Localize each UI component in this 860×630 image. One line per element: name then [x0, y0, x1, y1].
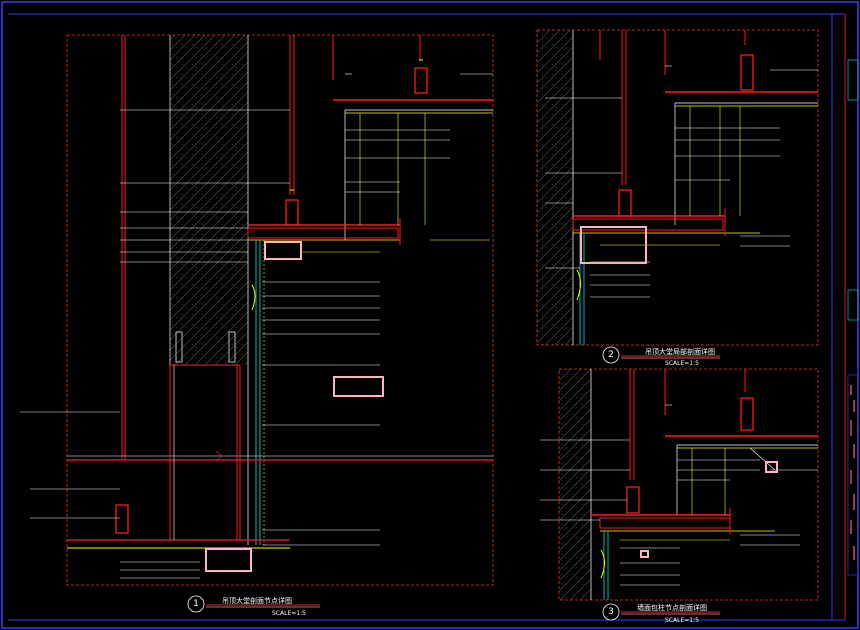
- title-block: [847, 59, 859, 576]
- concrete-wall-hatch: [537, 30, 573, 345]
- view-title: 吊顶大堂局部剖面详图: [645, 347, 715, 356]
- view-scale: SCALE=1:5: [272, 610, 306, 617]
- concrete-wall-hatch: [559, 369, 591, 600]
- detail-view-2: 2 吊顶大堂局部剖面详图 SCALE=1:5: [536, 29, 819, 367]
- callout-box: [264, 241, 302, 260]
- sheet-border: [1, 1, 859, 629]
- view-number: 3: [608, 607, 614, 617]
- viewport-1-border: [66, 34, 494, 586]
- viewport-3-border: [558, 368, 819, 601]
- view-title: 墙面包柱节点剖面详图: [637, 603, 707, 612]
- callout-box: [333, 376, 384, 397]
- view-scale: SCALE=1:5: [665, 617, 699, 624]
- view-number: 2: [608, 350, 614, 360]
- concrete-wall-hatch: [170, 35, 248, 365]
- detail-view-3: 3 墙面包柱节点剖面详图 SCALE=1:5: [540, 368, 819, 624]
- cad-drawing-sheet: 1 吊顶大堂剖面节点详图 SCALE=1:5 2 吊顶大堂局部剖面详图 SCAL…: [1, 1, 859, 629]
- view-number: 1: [193, 599, 199, 609]
- viewport-2-border: [536, 29, 819, 346]
- view-scale: SCALE=1:5: [665, 360, 699, 367]
- view-title: 吊顶大堂剖面节点详图: [222, 596, 292, 605]
- detail-view-1: 1 吊顶大堂剖面节点详图 SCALE=1:5: [20, 34, 494, 617]
- callout-box: [205, 548, 252, 572]
- callout-box: [640, 550, 649, 558]
